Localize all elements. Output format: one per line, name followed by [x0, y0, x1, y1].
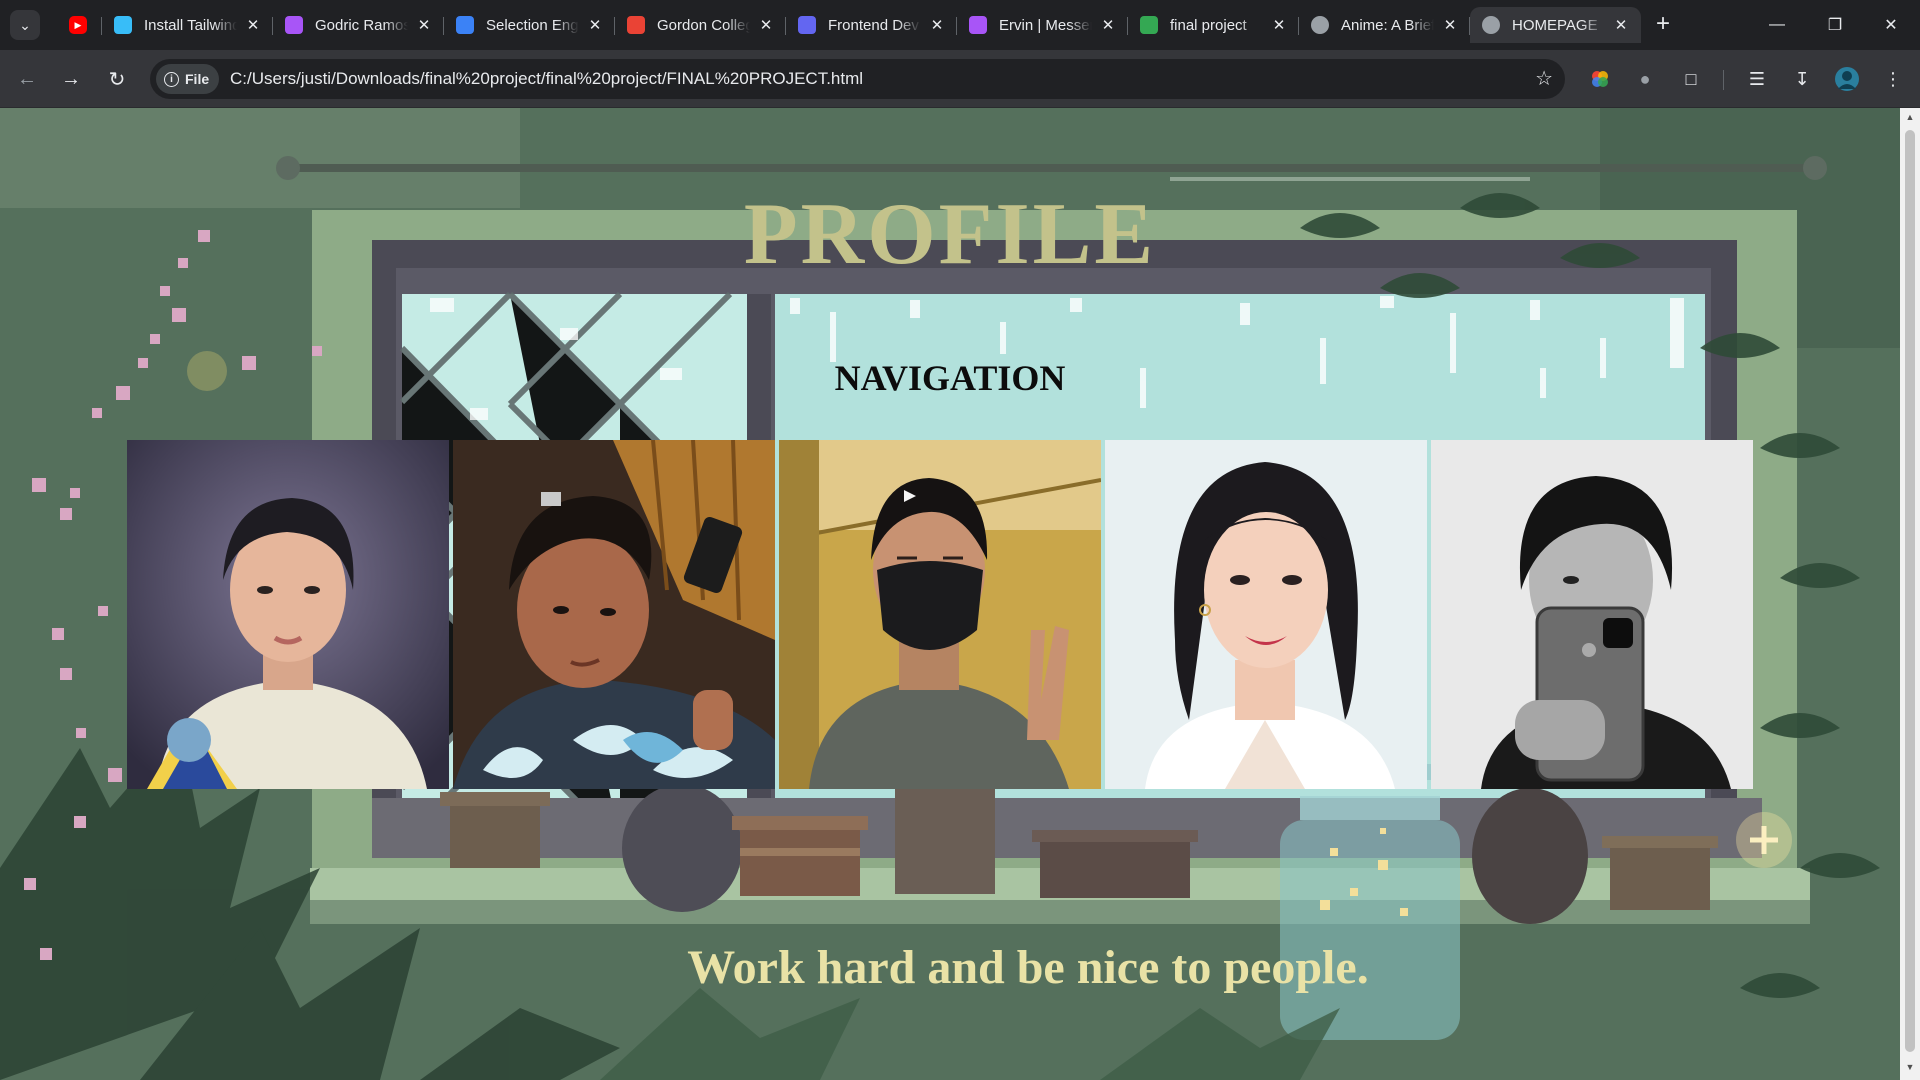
extension-dropper-icon[interactable]: ●	[1632, 66, 1658, 92]
scroll-down-icon[interactable]: ▼	[1904, 1062, 1916, 1072]
tab-title: Ervin | Messenger	[999, 16, 1092, 34]
list-icon	[798, 16, 816, 34]
tab[interactable]: Frontend Dev ✕	[786, 7, 957, 43]
tab-close-icon[interactable]: ✕	[1269, 15, 1289, 35]
tab-list: ▶ Install Tailwind ✕ Godric Ramos ✕ Selection…	[54, 7, 1641, 43]
restore-button[interactable]: ❐	[1806, 0, 1864, 50]
tab[interactable]: Selection Engine ✕	[444, 7, 615, 43]
tab[interactable]: Godric Ramos ✕	[273, 7, 444, 43]
profile-photo-3[interactable]	[779, 440, 1101, 789]
tab-title: Gordon College	[657, 16, 750, 34]
navigation-heading: NAVIGATION	[834, 358, 1066, 398]
zoho-icon	[456, 16, 474, 34]
tab[interactable]: Install Tailwind ✕	[102, 7, 273, 43]
info-icon: i	[164, 71, 179, 87]
tab-title: Frontend Dev	[828, 16, 919, 34]
tab-strip: ⌄ ▶ Install Tailwind ✕ Godric Ramos ✕ Selecti…	[0, 0, 1920, 50]
address-bar[interactable]: i File C:/Users/justi/Downloads/final%20…	[150, 59, 1565, 99]
tab-active[interactable]: HOMEPAGE ✕	[1470, 7, 1641, 43]
profile-photo-5[interactable]	[1431, 440, 1753, 789]
profile-photo-2[interactable]	[453, 440, 775, 789]
tab[interactable]: ▶	[54, 7, 102, 43]
color-extension-icon[interactable]	[1587, 66, 1613, 92]
drive-icon	[1140, 16, 1158, 34]
profile-photo-gallery	[127, 440, 1753, 789]
tab-title: Install Tailwind	[144, 16, 237, 34]
page-viewport: PROFILE NAVIGATION Work hard and be nice…	[0, 108, 1900, 1080]
arrow-left-icon: ←	[17, 67, 37, 90]
scrollbar-thumb[interactable]	[1905, 130, 1915, 1052]
extensions-puzzle-icon[interactable]: □	[1678, 66, 1704, 92]
tab-close-icon[interactable]: ✕	[243, 15, 263, 35]
tab-title: Godric Ramos	[315, 16, 408, 34]
tab-close-icon[interactable]: ✕	[1611, 15, 1631, 35]
close-window-button[interactable]: ✕	[1862, 0, 1920, 50]
chevron-down-icon: ⌄	[19, 16, 31, 33]
browser-toolbar: ← → ↻ i File C:/Users/justi/Downloads/fi…	[0, 50, 1920, 108]
tab-close-icon[interactable]: ✕	[1440, 15, 1460, 35]
arrow-right-icon: →	[61, 67, 81, 90]
profile-photo-1[interactable]	[127, 440, 449, 789]
tab-title: Selection Engine	[486, 16, 579, 34]
minimize-button[interactable]: —	[1748, 0, 1806, 50]
page-title: PROFILE	[743, 186, 1157, 283]
bookmark-star-icon[interactable]: ☆	[1535, 66, 1553, 91]
tab-title: final project	[1170, 16, 1247, 34]
site-info-label: File	[185, 71, 210, 87]
reload-icon: ↻	[108, 68, 126, 91]
scroll-up-icon[interactable]: ▲	[1904, 112, 1916, 122]
motto-quote: Work hard and be nice to people.	[687, 941, 1369, 994]
forward-button[interactable]: →	[56, 64, 86, 94]
tailwind-icon	[114, 16, 132, 34]
tab-close-icon[interactable]: ✕	[1098, 15, 1118, 35]
tab-close-icon[interactable]: ✕	[414, 15, 434, 35]
tab-close-icon[interactable]: ✕	[756, 15, 776, 35]
tab[interactable]: Anime: A Brief ✕	[1299, 7, 1470, 43]
globe-icon	[1482, 16, 1500, 34]
youtube-icon: ▶	[69, 16, 87, 34]
tab[interactable]: Gordon College ✕	[615, 7, 786, 43]
gmail-icon	[627, 16, 645, 34]
messenger-icon	[969, 16, 987, 34]
tab[interactable]: final project ✕	[1128, 7, 1299, 43]
tab-close-icon[interactable]: ✕	[585, 15, 605, 35]
download-icon[interactable]: ↧	[1789, 66, 1815, 92]
menu-kebab-icon[interactable]: ⋮	[1880, 66, 1906, 92]
reload-button[interactable]: ↻	[102, 64, 132, 94]
media-queue-icon[interactable]: ☰	[1744, 66, 1770, 92]
toolbar-divider	[1723, 70, 1724, 90]
back-button[interactable]: ←	[12, 64, 42, 94]
profile-avatar[interactable]	[1834, 66, 1860, 92]
globe-icon	[1311, 16, 1329, 34]
page-scrollbar[interactable]: ▲ ▼	[1900, 108, 1920, 1080]
tab-title: Anime: A Brief	[1341, 16, 1434, 34]
messenger-icon	[285, 16, 303, 34]
tab-title: HOMEPAGE	[1512, 16, 1598, 34]
tab-search-button[interactable]: ⌄	[10, 10, 40, 40]
profile-photo-4[interactable]	[1105, 440, 1427, 789]
tab-close-icon[interactable]: ✕	[927, 15, 947, 35]
new-tab-button[interactable]: +	[1650, 12, 1676, 38]
url-text[interactable]: C:/Users/justi/Downloads/final%20project…	[230, 69, 863, 89]
tab[interactable]: Ervin | Messenger ✕	[957, 7, 1128, 43]
site-info-chip[interactable]: i File	[156, 64, 220, 94]
